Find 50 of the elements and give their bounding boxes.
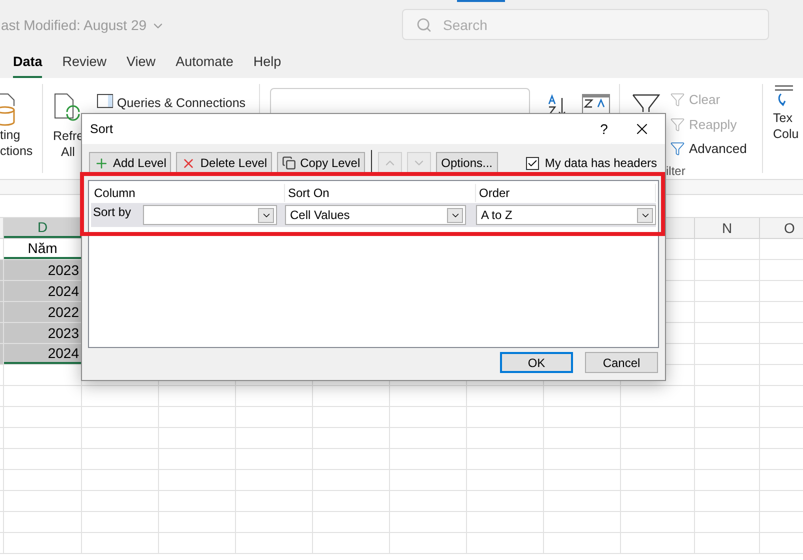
toolbar-button[interactable]: Options... — [436, 152, 498, 174]
table-cell-text: 2023 — [48, 324, 79, 342]
column-header[interactable]: D — [37, 216, 48, 238]
table-cell-text: 2024 — [48, 282, 79, 300]
ribbon-tab[interactable]: Automate — [176, 52, 234, 78]
table-cell-text: Năm — [28, 238, 58, 258]
order-dropdown[interactable]: A to Z — [476, 205, 656, 225]
ribbon-tab[interactable]: Review — [62, 52, 107, 78]
column-heading: Order — [476, 184, 656, 202]
ribbon-label: Colu — [773, 126, 799, 142]
ribbon-label: All — [60, 144, 75, 160]
funnel-icon — [670, 116, 685, 132]
table-cell-text: 2023 — [48, 260, 79, 280]
dialog-button[interactable]: OK — [500, 352, 573, 373]
group-label: ilter — [666, 164, 686, 178]
help-button[interactable]: ? — [589, 118, 619, 140]
ribbon-label: ctions — [0, 143, 33, 159]
column-header[interactable]: N — [722, 218, 732, 238]
column-heading: Column — [91, 184, 285, 202]
checkbox-label: My data has headers — [544, 155, 657, 172]
database-icon — [0, 92, 16, 126]
checkbox[interactable] — [526, 156, 539, 170]
column-heading: Sort On — [285, 184, 476, 202]
table-cell-text: 2024 — [48, 344, 79, 362]
sort-level-row[interactable]: Sort by Cell Values A to Z — [91, 203, 656, 227]
funnel-icon — [670, 92, 685, 108]
column-dropdown[interactable] — [143, 205, 277, 225]
ribbon-tab[interactable]: View — [126, 52, 156, 78]
toolbar-button[interactable]: Delete Level — [176, 152, 272, 174]
dialog-title: Sort — [90, 120, 114, 138]
search-field[interactable]: Search — [402, 9, 769, 40]
table-icon — [97, 94, 113, 108]
search-icon — [416, 17, 432, 33]
ribbon-label: ting — [0, 127, 20, 143]
row-label: Sort by — [92, 205, 132, 219]
toolbar-button[interactable]: Add Level — [89, 152, 172, 174]
funnel-icon — [670, 141, 685, 156]
toolbar-button[interactable]: Copy Level — [277, 152, 366, 174]
funnel-icon — [632, 94, 660, 112]
plus-icon — [94, 156, 109, 170]
sort-on-dropdown[interactable]: Cell Values — [285, 205, 466, 225]
copy-icon — [282, 156, 296, 170]
filter-command[interactable]: Advanced — [670, 139, 747, 158]
queries-connections-button[interactable]: Queries & Connections — [117, 94, 246, 113]
active-indicator — [457, 0, 505, 2]
ribbon-tab[interactable]: Help — [253, 52, 282, 78]
dialog-button[interactable]: Cancel — [585, 352, 658, 373]
table-cell-text: 2022 — [48, 302, 79, 322]
column-header[interactable]: O — [784, 218, 795, 238]
ribbon-label: Tex — [773, 110, 792, 126]
